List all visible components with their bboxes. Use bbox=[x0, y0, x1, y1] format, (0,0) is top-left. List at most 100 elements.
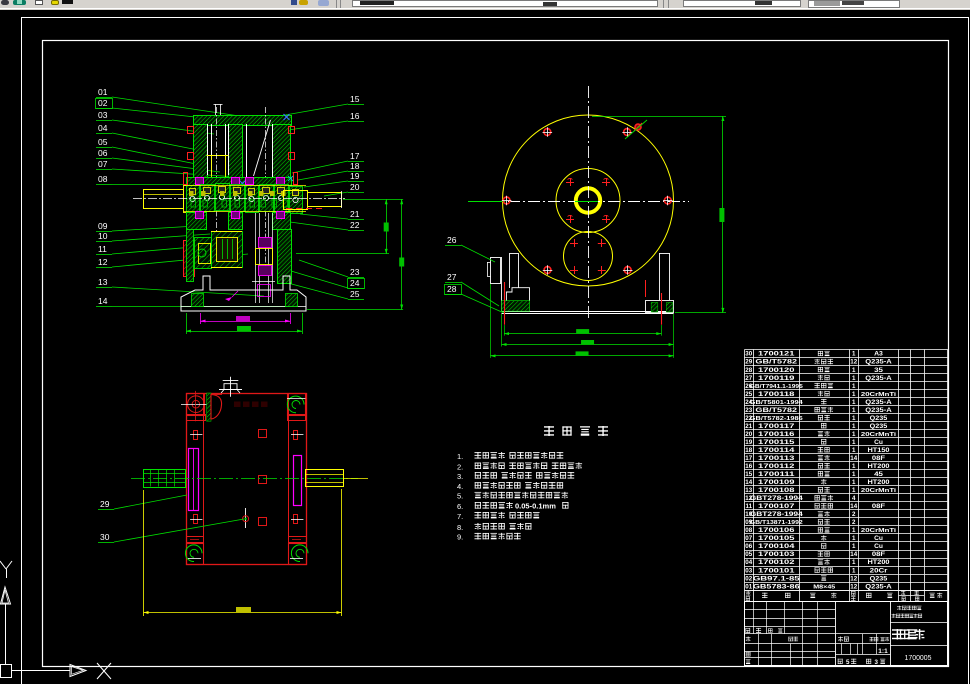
svg-text:Q235-A: Q235-A bbox=[865, 407, 892, 414]
svg-text:11: 11 bbox=[98, 244, 107, 254]
svg-text:4: 4 bbox=[852, 495, 856, 502]
svg-text:0.05-0.1mm: 0.05-0.1mm bbox=[515, 502, 556, 511]
svg-text:12: 12 bbox=[850, 583, 857, 590]
svg-text:25: 25 bbox=[745, 391, 752, 398]
svg-text:18: 18 bbox=[350, 161, 360, 171]
svg-text:28: 28 bbox=[745, 367, 752, 374]
svg-text:A3: A3 bbox=[874, 351, 883, 358]
svg-text:1700101: 1700101 bbox=[758, 567, 795, 574]
svg-text:1700103: 1700103 bbox=[758, 551, 795, 558]
svg-text:1: 1 bbox=[852, 415, 856, 422]
svg-text:9.: 9. bbox=[457, 533, 463, 542]
svg-text:GB/T5801-1994: GB/T5801-1994 bbox=[750, 400, 804, 406]
svg-text:07: 07 bbox=[98, 159, 108, 169]
svg-text:Q235: Q235 bbox=[870, 423, 888, 430]
svg-text:1:1: 1:1 bbox=[878, 648, 888, 655]
svg-text:20Cr: 20Cr bbox=[870, 567, 888, 574]
svg-text:Q235-A: Q235-A bbox=[865, 375, 892, 382]
svg-text:30: 30 bbox=[100, 532, 110, 542]
svg-text:20CrMnTi: 20CrMnTi bbox=[861, 392, 897, 398]
svg-text:2: 2 bbox=[852, 519, 856, 526]
svg-text:16: 16 bbox=[350, 111, 360, 121]
svg-text:Q235-A: Q235-A bbox=[865, 583, 892, 590]
svg-text:1700005: 1700005 bbox=[905, 653, 932, 662]
svg-text:GB/T5782: GB/T5782 bbox=[755, 407, 797, 414]
svg-text:21: 21 bbox=[745, 423, 752, 430]
svg-text:7.: 7. bbox=[457, 512, 463, 521]
svg-text:12: 12 bbox=[850, 575, 857, 582]
svg-text:3.: 3. bbox=[457, 472, 463, 481]
svg-text:09: 09 bbox=[98, 221, 108, 231]
svg-text:Q235: Q235 bbox=[870, 415, 888, 422]
svg-text:30: 30 bbox=[745, 351, 752, 358]
svg-text:1: 1 bbox=[852, 351, 856, 358]
svg-text:GB/T13871-1992: GB/T13871-1992 bbox=[750, 520, 803, 526]
svg-text:23: 23 bbox=[745, 407, 752, 414]
svg-text:GB97.1-85: GB97.1-85 bbox=[753, 575, 801, 582]
svg-text:1700117: 1700117 bbox=[758, 423, 795, 430]
svg-text:GB/T7941.1-1995: GB/T7941.1-1995 bbox=[750, 384, 803, 390]
svg-text:1: 1 bbox=[852, 391, 856, 398]
svg-text:15: 15 bbox=[350, 94, 360, 104]
svg-text:1: 1 bbox=[852, 423, 856, 430]
svg-text:1: 1 bbox=[852, 375, 856, 382]
svg-text:2.: 2. bbox=[457, 462, 463, 471]
svg-text:08F: 08F bbox=[872, 455, 885, 462]
svg-text:04: 04 bbox=[745, 559, 752, 566]
svg-text:5: 5 bbox=[846, 659, 850, 666]
svg-text:3: 3 bbox=[875, 659, 879, 666]
svg-text:1: 1 bbox=[852, 527, 856, 534]
svg-text:04: 04 bbox=[98, 123, 108, 133]
svg-text:03: 03 bbox=[745, 567, 752, 574]
svg-text:01: 01 bbox=[98, 87, 108, 97]
svg-text:20: 20 bbox=[350, 182, 360, 192]
svg-text:1: 1 bbox=[852, 559, 856, 566]
svg-text:15: 15 bbox=[745, 471, 752, 478]
svg-text:10: 10 bbox=[98, 231, 108, 241]
svg-text:1: 1 bbox=[852, 535, 856, 542]
svg-text:1700108: 1700108 bbox=[758, 487, 795, 494]
svg-text:02: 02 bbox=[98, 98, 108, 108]
svg-text:14: 14 bbox=[850, 455, 857, 462]
svg-text:01: 01 bbox=[745, 583, 752, 590]
svg-text:24: 24 bbox=[350, 278, 360, 288]
svg-text:1: 1 bbox=[852, 463, 856, 470]
svg-text:06: 06 bbox=[745, 543, 752, 550]
svg-text:HT200: HT200 bbox=[868, 463, 891, 470]
svg-text:17: 17 bbox=[745, 455, 752, 462]
svg-text:25: 25 bbox=[350, 289, 360, 299]
svg-text:08F: 08F bbox=[872, 503, 885, 510]
svg-text:1700120: 1700120 bbox=[758, 367, 795, 374]
svg-text:20CrMnTi: 20CrMnTi bbox=[861, 528, 897, 534]
svg-text:Cu: Cu bbox=[874, 543, 883, 550]
svg-text:35: 35 bbox=[874, 367, 884, 374]
svg-text:1: 1 bbox=[852, 367, 856, 374]
svg-text:11: 11 bbox=[745, 503, 752, 510]
svg-text:GBT278-1994: GBT278-1994 bbox=[750, 495, 804, 502]
svg-text:1700116: 1700116 bbox=[758, 431, 795, 438]
svg-text:1700118: 1700118 bbox=[758, 391, 795, 398]
svg-text:1: 1 bbox=[852, 399, 856, 406]
svg-text:GBT278-1994: GBT278-1994 bbox=[750, 511, 804, 518]
svg-text:22: 22 bbox=[350, 220, 360, 230]
svg-text:18: 18 bbox=[745, 447, 752, 454]
svg-text:05: 05 bbox=[98, 137, 108, 147]
svg-text:HT200: HT200 bbox=[868, 559, 891, 566]
svg-text:1: 1 bbox=[852, 447, 856, 454]
svg-text:1700104: 1700104 bbox=[758, 543, 795, 550]
svg-text:20CrMnTi: 20CrMnTi bbox=[861, 488, 897, 494]
svg-text:1700119: 1700119 bbox=[758, 375, 795, 382]
svg-text:HT200: HT200 bbox=[868, 479, 891, 486]
svg-text:05: 05 bbox=[745, 551, 752, 558]
svg-text:29: 29 bbox=[745, 359, 752, 366]
svg-text:1700109: 1700109 bbox=[758, 479, 795, 486]
svg-text:13: 13 bbox=[745, 487, 752, 494]
svg-text:27: 27 bbox=[745, 375, 752, 382]
svg-text:1700121: 1700121 bbox=[758, 351, 795, 358]
svg-text:14: 14 bbox=[850, 503, 857, 510]
svg-text:02: 02 bbox=[745, 575, 752, 582]
svg-text:08F: 08F bbox=[872, 551, 885, 558]
svg-text:06: 06 bbox=[98, 148, 108, 158]
svg-text:07: 07 bbox=[745, 535, 752, 542]
svg-text:Cu: Cu bbox=[874, 535, 883, 542]
